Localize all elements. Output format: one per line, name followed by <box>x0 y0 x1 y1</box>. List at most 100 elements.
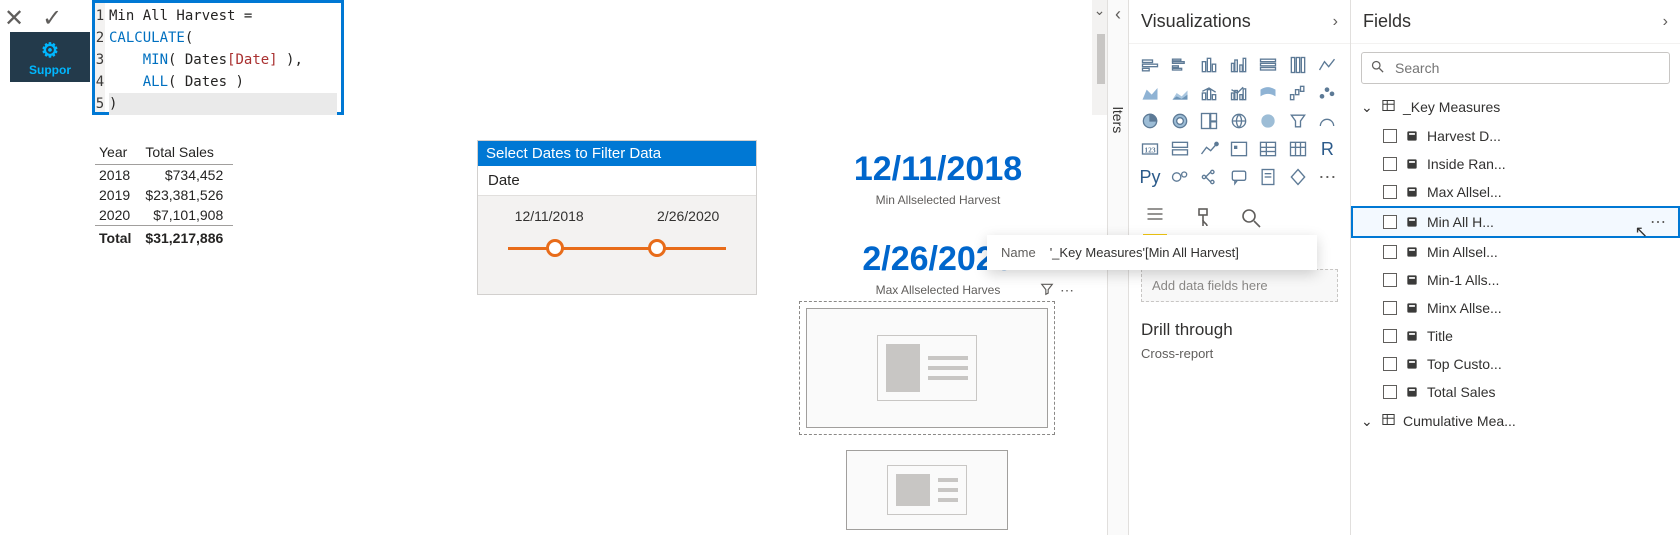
field-item[interactable]: Total Sales <box>1351 378 1680 406</box>
formula-code[interactable]: Min All Harvest = CALCULATE( MIN( Dates[… <box>105 3 341 112</box>
viz-matrix[interactable] <box>1285 136 1311 162</box>
viz-kpi[interactable] <box>1196 136 1222 162</box>
table-icon <box>1381 98 1397 116</box>
collapse-viz-pane[interactable]: › <box>1333 13 1338 31</box>
table-row[interactable]: 2018$734,452 <box>95 165 233 186</box>
slicer-from[interactable]: 12/11/2018 <box>515 208 584 224</box>
viz-ribbon[interactable] <box>1255 80 1281 106</box>
table-group-cumulative[interactable]: ⌄ Cumulative Mea... <box>1351 406 1680 436</box>
filter-icon[interactable] <box>1040 282 1054 299</box>
fields-search[interactable] <box>1361 52 1670 84</box>
field-well[interactable]: Add data fields here <box>1141 269 1338 302</box>
field-item[interactable]: Min Allsel... <box>1351 238 1680 266</box>
checkbox[interactable] <box>1383 329 1397 343</box>
slicer-to[interactable]: 2/26/2020 <box>657 208 719 224</box>
checkbox[interactable] <box>1383 215 1397 229</box>
field-item[interactable]: Title <box>1351 322 1680 350</box>
field-item[interactable]: Minx Allse... <box>1351 294 1680 322</box>
formula-editor[interactable]: 1 2 3 4 5 Min All Harvest = CALCULATE( M… <box>92 0 344 115</box>
viz-stacked-area[interactable] <box>1167 80 1193 106</box>
chevron-left-icon[interactable]: ‹ <box>1108 4 1128 25</box>
empty-visual-selected[interactable] <box>806 308 1048 428</box>
viz-stacked-column[interactable] <box>1196 52 1222 78</box>
viz-qa[interactable] <box>1226 164 1252 190</box>
viz-key-influencers[interactable] <box>1167 164 1193 190</box>
commit-formula-icon[interactable]: ✓ <box>42 4 62 33</box>
date-slicer[interactable]: Select Dates to Filter Data Date 12/11/2… <box>477 140 757 295</box>
viz-clustered-column[interactable] <box>1226 52 1252 78</box>
viz-stacked-bar-100[interactable] <box>1255 52 1281 78</box>
table-row[interactable]: 2020$7,101,908 <box>95 205 233 226</box>
collapse-fields-pane[interactable]: › <box>1663 13 1668 31</box>
brand-logo: ⚙ Suppor <box>10 32 90 82</box>
field-item-selected[interactable]: Min All H... ⋯ ↖ <box>1351 206 1680 238</box>
checkbox[interactable] <box>1383 385 1397 399</box>
viz-clustered-bar[interactable] <box>1167 52 1193 78</box>
viz-more-icon[interactable]: ⋯ <box>1314 164 1340 190</box>
canvas-scrollbar[interactable]: ⌄ <box>1092 0 1107 115</box>
viz-area[interactable] <box>1137 80 1163 106</box>
viz-card[interactable]: 123 <box>1137 136 1163 162</box>
field-item[interactable]: Top Custo... <box>1351 350 1680 378</box>
brand-label: Suppor <box>29 63 71 77</box>
measure-icon <box>1405 273 1419 287</box>
viz-slicer[interactable] <box>1226 136 1252 162</box>
empty-visual[interactable] <box>846 450 1008 530</box>
viz-table[interactable] <box>1255 136 1281 162</box>
checkbox[interactable] <box>1383 273 1397 287</box>
table-group-key-measures[interactable]: ⌄ _Key Measures <box>1351 92 1680 122</box>
field-item[interactable]: Max Allsel... <box>1351 178 1680 206</box>
field-label: Max Allsel... <box>1427 184 1502 200</box>
viz-scatter[interactable] <box>1314 80 1340 106</box>
col-total-sales[interactable]: Total Sales <box>141 140 233 165</box>
viz-funnel[interactable] <box>1285 108 1311 134</box>
field-item[interactable]: Inside Ran... <box>1351 150 1680 178</box>
more-icon[interactable]: ⋯ <box>1060 282 1074 299</box>
col-year[interactable]: Year <box>95 140 141 165</box>
viz-python[interactable]: Py <box>1137 164 1163 190</box>
viz-line[interactable] <box>1314 52 1340 78</box>
checkbox[interactable] <box>1383 129 1397 143</box>
viz-decomposition-tree[interactable] <box>1196 164 1222 190</box>
mode-format-icon[interactable] <box>1191 206 1215 236</box>
field-item[interactable]: Min-1 Alls... <box>1351 266 1680 294</box>
viz-stacked-bar[interactable] <box>1137 52 1163 78</box>
viz-treemap[interactable] <box>1196 108 1222 134</box>
checkbox[interactable] <box>1383 185 1397 199</box>
table-visual[interactable]: Year Total Sales 2018$734,452 2019$23,38… <box>95 140 233 248</box>
checkbox[interactable] <box>1383 157 1397 171</box>
field-item[interactable]: Harvest D... <box>1351 122 1680 150</box>
chevron-down-icon[interactable]: ⌄ <box>1092 2 1107 19</box>
viz-stacked-column-100[interactable] <box>1285 52 1311 78</box>
measure-icon <box>1405 157 1419 171</box>
search-input[interactable] <box>1393 59 1661 77</box>
viz-power-apps[interactable] <box>1285 164 1311 190</box>
checkbox[interactable] <box>1383 357 1397 371</box>
checkbox[interactable] <box>1383 301 1397 315</box>
slicer-handle-end[interactable] <box>648 239 666 257</box>
viz-multi-row-card[interactable] <box>1167 136 1193 162</box>
viz-line-clustered-column[interactable] <box>1226 80 1252 106</box>
mode-analytics-icon[interactable] <box>1239 206 1263 236</box>
viz-donut[interactable] <box>1167 108 1193 134</box>
measure-icon <box>1405 185 1419 199</box>
mode-fields-icon[interactable] <box>1143 204 1167 237</box>
checkbox[interactable] <box>1383 245 1397 259</box>
formula-gutter: 1 2 3 4 5 <box>95 3 105 112</box>
viz-gauge[interactable] <box>1314 108 1340 134</box>
viz-map[interactable] <box>1226 108 1252 134</box>
viz-paginated[interactable] <box>1255 164 1281 190</box>
slicer-subtitle: Date <box>478 166 756 196</box>
viz-line-stacked-column[interactable] <box>1196 80 1222 106</box>
cancel-formula-icon[interactable]: ✕ <box>4 4 24 33</box>
table-icon <box>1381 412 1397 430</box>
viz-waterfall[interactable] <box>1285 80 1311 106</box>
viz-r-script[interactable]: R <box>1314 136 1340 162</box>
filters-label: lters <box>1110 107 1126 133</box>
viz-filled-map[interactable] <box>1255 108 1281 134</box>
field-more-icon[interactable]: ⋯ <box>1650 212 1670 232</box>
viz-pie[interactable] <box>1137 108 1163 134</box>
table-row[interactable]: 2019$23,381,526 <box>95 185 233 205</box>
card-min-allselected[interactable]: 12/11/2018 Min Allselected Harvest <box>808 150 1068 207</box>
slicer-handle-start[interactable] <box>546 239 564 257</box>
